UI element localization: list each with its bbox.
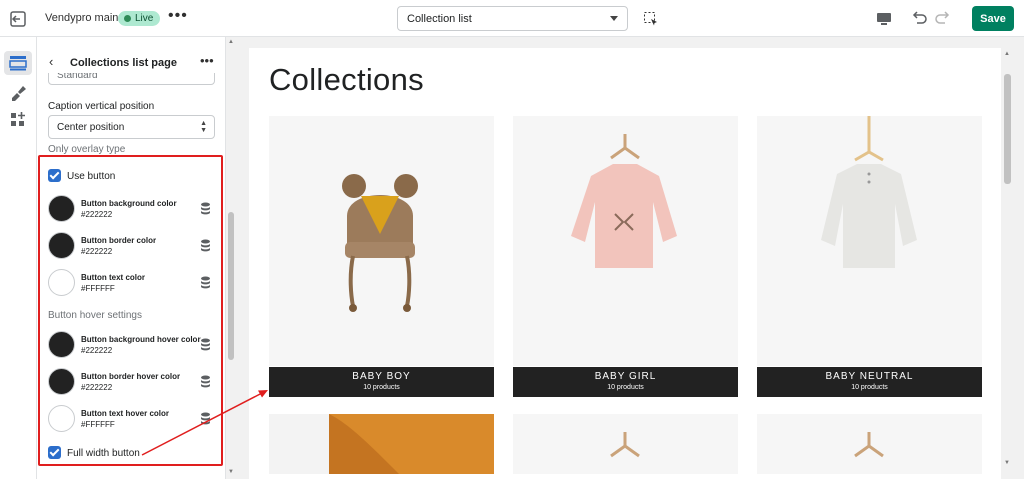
color-label: Button border color (81, 236, 157, 245)
color-swatch[interactable] (48, 331, 75, 358)
top-bar: Vendypro main Live ••• Collection list S… (0, 0, 1024, 37)
panel-title: Collections list page (70, 57, 177, 69)
collection-name: BABY BOY (352, 371, 411, 382)
page-select[interactable]: Collection list (397, 6, 628, 31)
theme-settings-icon[interactable] (8, 83, 28, 101)
undo-icon[interactable] (910, 9, 928, 27)
more-actions-button[interactable]: ••• (168, 7, 188, 25)
scroll-up-icon[interactable]: ▲ (1004, 51, 1010, 57)
preview-canvas: Collections BABY BOY 10 products BABY GI… (249, 48, 1001, 479)
dynamic-source-icon[interactable] (200, 239, 211, 252)
collection-image[interactable] (513, 116, 738, 366)
canvas-scrollbar[interactable]: ▲ ▼ (1001, 48, 1013, 479)
scrollbar-thumb[interactable] (228, 212, 234, 360)
page-title: Collections (269, 62, 424, 97)
caption-help-text: Only overlay type (48, 144, 126, 155)
collection-name: BABY NEUTRAL (825, 371, 914, 382)
collection-name: BABY GIRL (594, 371, 657, 382)
color-label: Button background hover color (81, 335, 201, 344)
color-setting-row[interactable]: Button border color #222222 (48, 232, 218, 262)
collection-count: 10 products (363, 384, 400, 391)
full-width-button-label: Full width button (67, 448, 140, 459)
color-label: Button background color (81, 199, 177, 208)
sections-icon[interactable] (8, 54, 28, 72)
collection-caption-button[interactable]: BABY GIRL 10 products (513, 367, 738, 397)
scrollbar-thumb[interactable] (1004, 74, 1011, 184)
store-name: Vendypro main (45, 12, 119, 24)
dynamic-source-icon[interactable] (200, 412, 211, 425)
panel-header: ‹ Collections list page ••• (37, 37, 225, 73)
color-value: #FFFFFF (81, 284, 115, 293)
use-button-checkbox[interactable] (48, 169, 61, 182)
pink-sweater-image (571, 134, 677, 268)
use-button-label: Use button (67, 171, 116, 182)
color-value: #222222 (81, 247, 113, 256)
color-label: Button text hover color (81, 409, 170, 418)
color-value: #222222 (81, 383, 113, 392)
caption-position-label: Caption vertical position (48, 101, 155, 112)
chevron-down-icon (610, 16, 618, 21)
scroll-down-icon[interactable]: ▼ (1004, 460, 1010, 466)
knit-hat-image (342, 174, 418, 312)
scroll-down-icon[interactable]: ▼ (228, 469, 234, 475)
color-label: Button border hover color (81, 372, 181, 381)
up-down-icon: ▲ ▼ (200, 120, 207, 134)
dynamic-source-icon[interactable] (200, 202, 211, 215)
full-width-button-checkbox[interactable] (48, 446, 61, 459)
dynamic-source-icon[interactable] (200, 338, 211, 351)
collection-caption-button[interactable]: BABY NEUTRAL 10 products (757, 367, 982, 397)
color-value: #FFFFFF (81, 420, 115, 429)
collection-image[interactable] (757, 414, 982, 474)
color-swatch[interactable] (48, 195, 75, 222)
panel-more-button[interactable]: ••• (200, 53, 214, 68)
color-label: Button text color (81, 273, 145, 282)
settings-panel: Standard ‹ Collections list page ••• Cap… (37, 37, 226, 479)
collection-image[interactable] (513, 414, 738, 474)
collection-image[interactable] (269, 116, 494, 366)
exit-icon[interactable] (8, 9, 28, 29)
caption-position-value: Center position (57, 122, 125, 133)
status-badge: Live (118, 11, 161, 26)
color-setting-row[interactable]: Button text color #FFFFFF (48, 269, 218, 299)
color-swatch[interactable] (48, 269, 75, 296)
grey-shirt-image (821, 116, 917, 268)
color-setting-row[interactable]: Button text hover color #FFFFFF (48, 405, 218, 435)
back-button[interactable]: ‹ (49, 54, 53, 69)
dynamic-source-icon[interactable] (200, 375, 211, 388)
left-nav (0, 37, 37, 479)
color-setting-row[interactable]: Button background color #222222 (48, 195, 218, 225)
scroll-up-icon[interactable]: ▲ (228, 39, 234, 45)
orange-sweater-image (269, 414, 399, 474)
caption-position-select[interactable]: Center position ▲ ▼ (48, 115, 215, 139)
color-swatch[interactable] (48, 405, 75, 432)
hanger-image (854, 432, 884, 458)
dynamic-source-icon[interactable] (200, 276, 211, 289)
hanger-image (610, 432, 640, 458)
collection-count: 10 products (851, 384, 888, 391)
collection-count: 10 products (607, 384, 644, 391)
color-setting-row[interactable]: Button border hover color #222222 (48, 368, 218, 398)
panel-scrollbar[interactable]: ▲ ▼ (226, 37, 236, 479)
collection-caption-button[interactable]: BABY BOY 10 products (269, 367, 494, 397)
save-button[interactable]: Save (972, 6, 1014, 31)
hover-settings-heading: Button hover settings (48, 310, 142, 321)
color-value: #222222 (81, 346, 113, 355)
desktop-view-icon[interactable] (876, 11, 892, 27)
apps-icon[interactable] (8, 111, 28, 129)
redo-icon[interactable] (934, 9, 952, 27)
color-swatch[interactable] (48, 232, 75, 259)
color-value: #222222 (81, 210, 113, 219)
color-setting-row[interactable]: Button background hover color #222222 (48, 331, 218, 361)
collection-image[interactable] (269, 414, 494, 474)
inspector-icon[interactable] (643, 11, 659, 27)
color-swatch[interactable] (48, 368, 75, 395)
page-select-value: Collection list (407, 13, 472, 25)
collection-image[interactable] (757, 116, 982, 366)
